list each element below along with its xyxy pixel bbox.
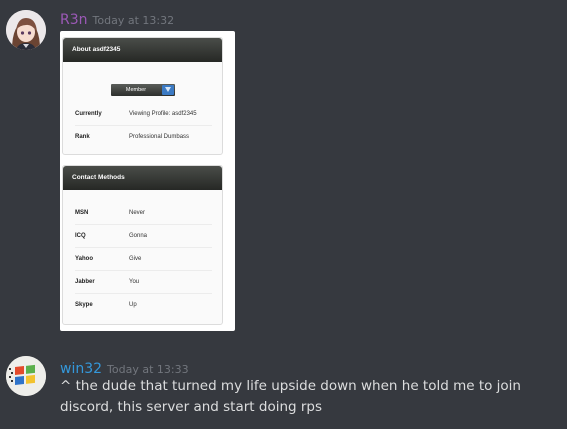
row-key: Yahoo bbox=[75, 256, 94, 262]
row-value: Gonna bbox=[129, 233, 148, 239]
row-value: Viewing Profile: asdf2345 bbox=[129, 111, 197, 117]
avatar[interactable] bbox=[6, 356, 46, 396]
image-attachment[interactable]: About asdf2345 Member Currently Viewing … bbox=[60, 31, 235, 331]
windows-logo-avatar-icon bbox=[6, 356, 46, 396]
about-panel-title: About asdf2345 bbox=[63, 38, 222, 62]
about-panel: About asdf2345 Member Currently Viewing … bbox=[62, 37, 223, 155]
message-header: R3n Today at 13:32 bbox=[60, 9, 174, 28]
row-value: Up bbox=[129, 302, 137, 308]
message-r3n: R3n Today at 13:32 About asdf2345 Member … bbox=[0, 0, 567, 340]
member-badge: Member bbox=[111, 84, 175, 96]
row-key: Rank bbox=[75, 134, 90, 140]
row-key: Jabber bbox=[75, 279, 95, 285]
contact-row: MSN Never bbox=[75, 202, 212, 225]
row-value: Never bbox=[129, 210, 146, 216]
timestamp: Today at 13:32 bbox=[92, 14, 175, 27]
info-row: Currently Viewing Profile: asdf2345 bbox=[75, 103, 212, 126]
row-value: You bbox=[129, 279, 140, 285]
row-key: MSN bbox=[75, 210, 89, 216]
contact-panel: Contact Methods MSN Never ICQ Gonna Yaho… bbox=[62, 165, 223, 325]
contact-row: Skype Up bbox=[75, 294, 212, 317]
contact-row: Jabber You bbox=[75, 271, 212, 294]
author-name[interactable]: R3n bbox=[60, 12, 88, 28]
author-name[interactable]: win32 bbox=[60, 361, 102, 377]
info-row: Rank Professional Dumbass bbox=[75, 126, 212, 149]
dropdown-arrow-icon bbox=[162, 85, 174, 95]
row-key: Currently bbox=[75, 111, 102, 117]
row-key: Skype bbox=[75, 302, 93, 308]
row-key: ICQ bbox=[75, 233, 86, 239]
row-value: Professional Dumbass bbox=[129, 134, 190, 140]
badge-label: Member bbox=[125, 87, 147, 93]
timestamp: Today at 13:33 bbox=[107, 363, 189, 376]
avatar[interactable] bbox=[6, 10, 46, 50]
row-value: Give bbox=[129, 256, 142, 262]
contact-row: Yahoo Give bbox=[75, 248, 212, 271]
message-text: ^ the dude that turned my life upside do… bbox=[60, 378, 521, 415]
anime-girl-avatar-icon bbox=[6, 10, 46, 50]
contact-row: ICQ Gonna bbox=[75, 225, 212, 248]
message-header: win32 Today at 13:33 bbox=[60, 358, 189, 377]
contact-panel-title: Contact Methods bbox=[63, 166, 222, 190]
